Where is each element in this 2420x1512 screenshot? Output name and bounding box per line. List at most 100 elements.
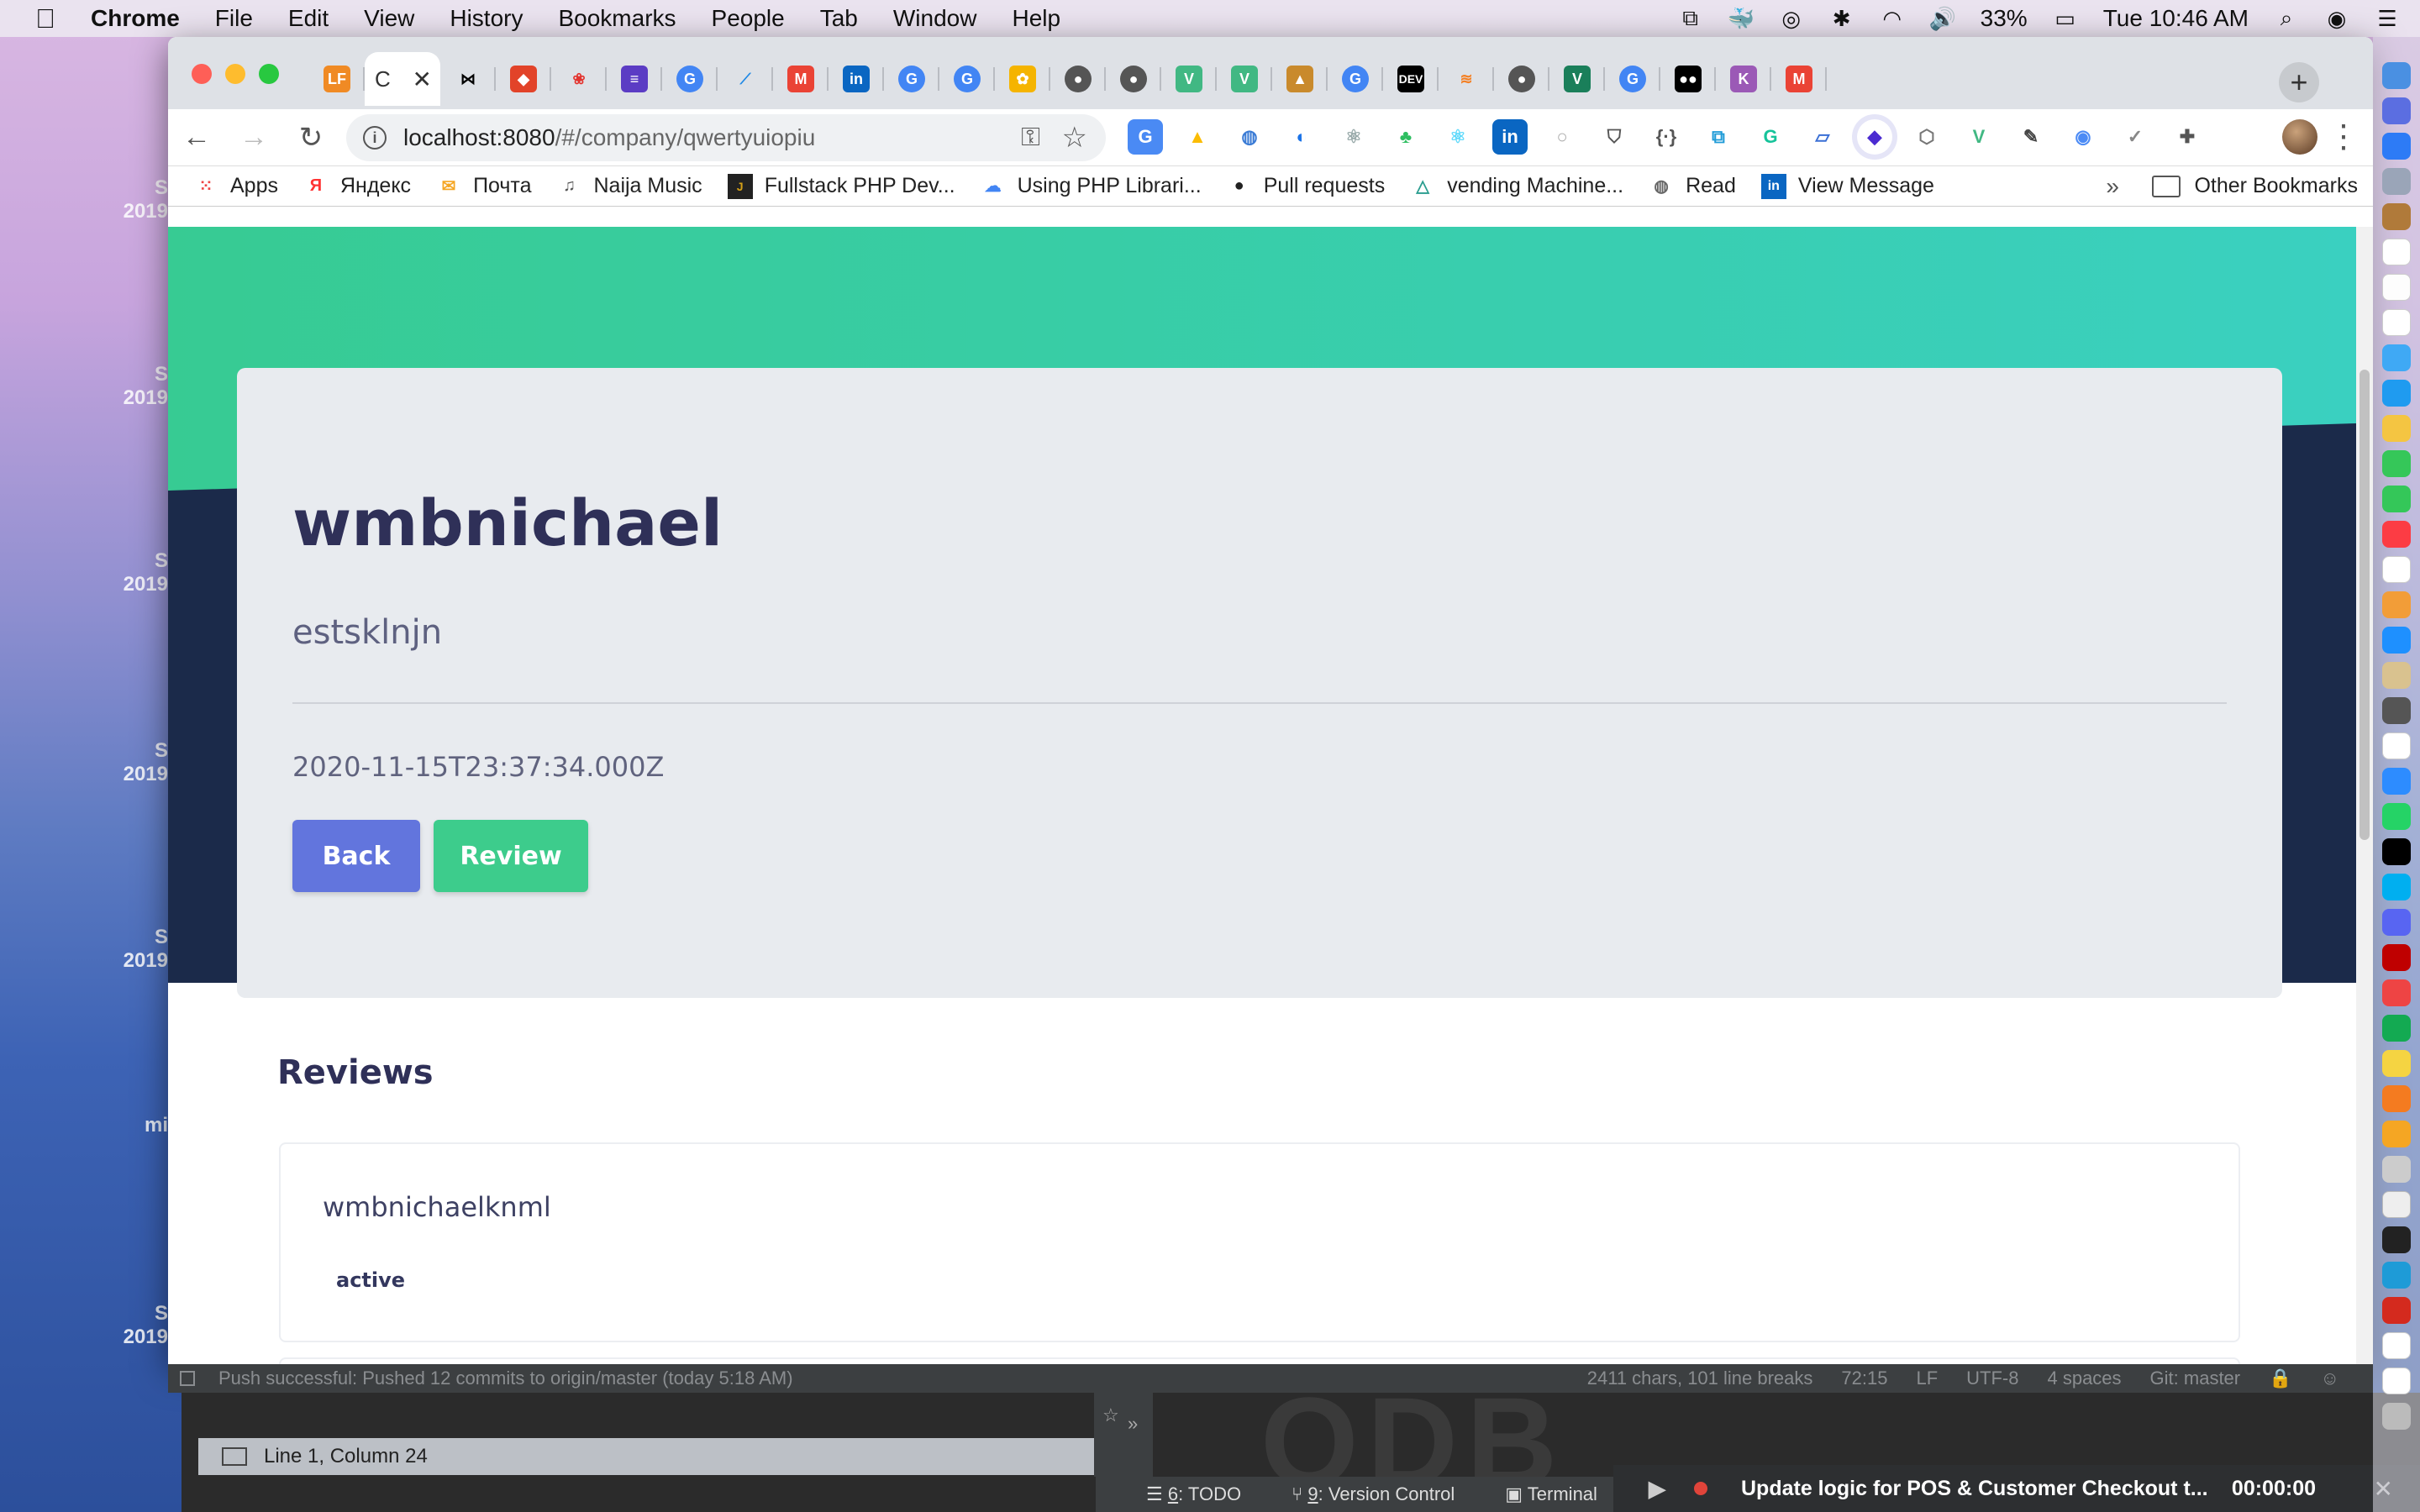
extension-icon[interactable]: ○ <box>1544 119 1580 155</box>
todoist-icon[interactable] <box>2382 979 2411 1006</box>
tab-github-3[interactable]: ● <box>1494 52 1549 106</box>
desktop-icon-label[interactable]: S 2019 <box>118 739 168 786</box>
notes-icon[interactable] <box>2382 274 2411 301</box>
site-info-icon[interactable]: i <box>363 126 387 150</box>
clock[interactable]: Tue 10:46 AM <box>2103 5 2249 32</box>
cast-icon[interactable]: ⧉ <box>1701 119 1736 155</box>
desktop-icon-label[interactable]: S 2019 <box>118 176 168 223</box>
app-store-icon[interactable] <box>2382 627 2411 654</box>
messages-icon[interactable] <box>2382 380 2411 407</box>
desktop-icon-label[interactable]: S 2019 <box>118 926 168 973</box>
menu-view[interactable]: View <box>364 5 414 32</box>
wifi-icon[interactable]: ◠ <box>1880 6 1905 31</box>
shield-icon[interactable]: ⬡ <box>1909 119 1944 155</box>
tab-lf[interactable]: LF <box>309 52 365 106</box>
pencil-icon[interactable]: ✎ <box>2013 119 2049 155</box>
preview-icon[interactable] <box>2382 1191 2411 1218</box>
zoom-icon[interactable] <box>2382 768 2411 795</box>
tab-vue[interactable]: V <box>1161 52 1217 106</box>
photos-icon[interactable] <box>2382 415 2411 442</box>
sync-icon[interactable]: ◎ <box>1779 6 1804 31</box>
cursor-position[interactable]: 72:15 <box>1841 1368 1887 1389</box>
git-branch[interactable]: Git: master <box>2150 1368 2241 1389</box>
screenshot-icon[interactable]: ▱ <box>1805 119 1840 155</box>
menu-help[interactable]: Help <box>1012 5 1060 32</box>
bluetooth-icon[interactable]: ✱ <box>1829 6 1854 31</box>
desktop-icon-label[interactable]: S 2019 <box>118 1302 168 1349</box>
system-preferences-icon[interactable] <box>2382 697 2411 724</box>
bookmark-read[interactable]: ◍ Read <box>1649 174 1736 199</box>
back-arrow-icon[interactable]: ← <box>168 109 225 166</box>
battery-icon[interactable]: ▭ <box>2053 6 2078 31</box>
tool-version-control[interactable]: ⑂ 9: Version Control <box>1292 1483 1455 1505</box>
filezilla-icon[interactable] <box>2382 944 2411 971</box>
window-zoom-button[interactable] <box>259 64 279 84</box>
tab-google-4[interactable]: G <box>1328 52 1383 106</box>
lock-icon[interactable]: 🔒 <box>2269 1368 2291 1389</box>
siri-icon[interactable] <box>2382 97 2411 124</box>
react-grey-icon[interactable]: ⚛ <box>1336 119 1371 155</box>
desktop-icon-label[interactable]: S 2019 <box>118 549 168 596</box>
document-icon[interactable] <box>2382 1332 2411 1359</box>
rocket-icon[interactable] <box>2382 168 2411 195</box>
finder-icon[interactable] <box>2382 62 2411 89</box>
tab-close-icon[interactable]: ✕ <box>413 66 432 93</box>
menu-bookmarks[interactable]: Bookmarks <box>558 5 676 32</box>
spotlight-search-icon[interactable]: ⌕ <box>2274 5 2299 31</box>
tab-github-2[interactable]: ● <box>1106 52 1161 106</box>
indent-setting[interactable]: 4 spaces <box>2047 1368 2121 1389</box>
whatsapp-icon[interactable] <box>2382 803 2411 830</box>
sequel-pro-icon[interactable] <box>2382 1156 2411 1183</box>
evernote-icon[interactable]: ♣ <box>1388 119 1423 155</box>
document-icon[interactable] <box>2382 1368 2411 1394</box>
phpstorm-icon[interactable] <box>2382 838 2411 865</box>
reload-icon[interactable]: ↻ <box>282 109 339 166</box>
review-button[interactable]: Review <box>434 820 588 892</box>
record-icon[interactable] <box>1694 1482 1707 1495</box>
page-scrollbar[interactable] <box>2356 227 2373 1364</box>
tab-stackoverflow[interactable]: ≋ <box>1439 52 1494 106</box>
terminal-icon[interactable] <box>2382 1226 2411 1253</box>
favorites-icon[interactable]: ☆ <box>1102 1404 1119 1426</box>
scrollbar-thumb[interactable] <box>2360 370 2370 840</box>
sublime-icon[interactable] <box>2382 1121 2411 1147</box>
play-icon[interactable]: ▶ <box>1649 1476 1665 1502</box>
window-minimize-button[interactable] <box>225 64 245 84</box>
menu-tab[interactable]: Tab <box>820 5 858 32</box>
bookmark-yandex[interactable]: Я Яндекс <box>303 174 411 199</box>
tab-k[interactable]: K <box>1716 52 1771 106</box>
json-icon[interactable]: {·} <box>1649 119 1684 155</box>
desktop-icon-label[interactable]: mi <box>118 1114 168 1137</box>
file-encoding[interactable]: UTF-8 <box>1966 1368 2018 1389</box>
siri-icon[interactable]: ◉ <box>2324 6 2349 31</box>
task-title[interactable]: Update logic for POS & Customer Checkout… <box>1741 1477 2208 1501</box>
line-ending[interactable]: LF <box>1916 1368 1938 1389</box>
stickies-icon[interactable] <box>2382 1050 2411 1077</box>
react-icon[interactable]: ⚛ <box>1440 119 1476 155</box>
tab-active[interactable]: C ✕ <box>365 52 440 106</box>
tab-feather[interactable]: ⟋ <box>718 52 773 106</box>
ide-status-message[interactable]: Push successful: Pushed 12 commits to or… <box>218 1368 793 1389</box>
profile-avatar[interactable] <box>2282 119 2317 155</box>
postman-icon[interactable] <box>2382 1085 2411 1112</box>
safari-icon[interactable] <box>2382 133 2411 160</box>
panel-toggle-icon[interactable] <box>180 1371 195 1386</box>
bookmark-fullstack-php[interactable]: J Fullstack PHP Dev... <box>727 173 955 199</box>
pocket-icon[interactable]: ⛉ <box>1597 119 1632 155</box>
discord-icon[interactable] <box>2382 909 2411 936</box>
inspector-icon[interactable]: ☺ <box>2321 1368 2339 1389</box>
slack-icon[interactable] <box>2382 732 2411 759</box>
menu-people[interactable]: People <box>712 5 785 32</box>
tab-linkedin[interactable]: in <box>829 52 884 106</box>
tab-gmail-2[interactable]: M <box>1771 52 1827 106</box>
tab-gmail[interactable]: M <box>773 52 829 106</box>
compass-icon[interactable]: ◐ <box>1284 119 1319 155</box>
other-bookmarks[interactable]: Other Bookmarks <box>2152 174 2358 198</box>
bookmark-naija-music[interactable]: ♫ Naija Music <box>556 174 702 199</box>
reminders-icon[interactable] <box>2382 309 2411 336</box>
tab-dev[interactable]: DEV <box>1383 52 1439 106</box>
database-icon[interactable] <box>2382 662 2411 689</box>
skype-icon[interactable] <box>2382 874 2411 900</box>
bookmark-apps[interactable]: ⁙ Apps <box>193 174 278 199</box>
google-drive-icon[interactable]: ▲ <box>1180 119 1215 155</box>
